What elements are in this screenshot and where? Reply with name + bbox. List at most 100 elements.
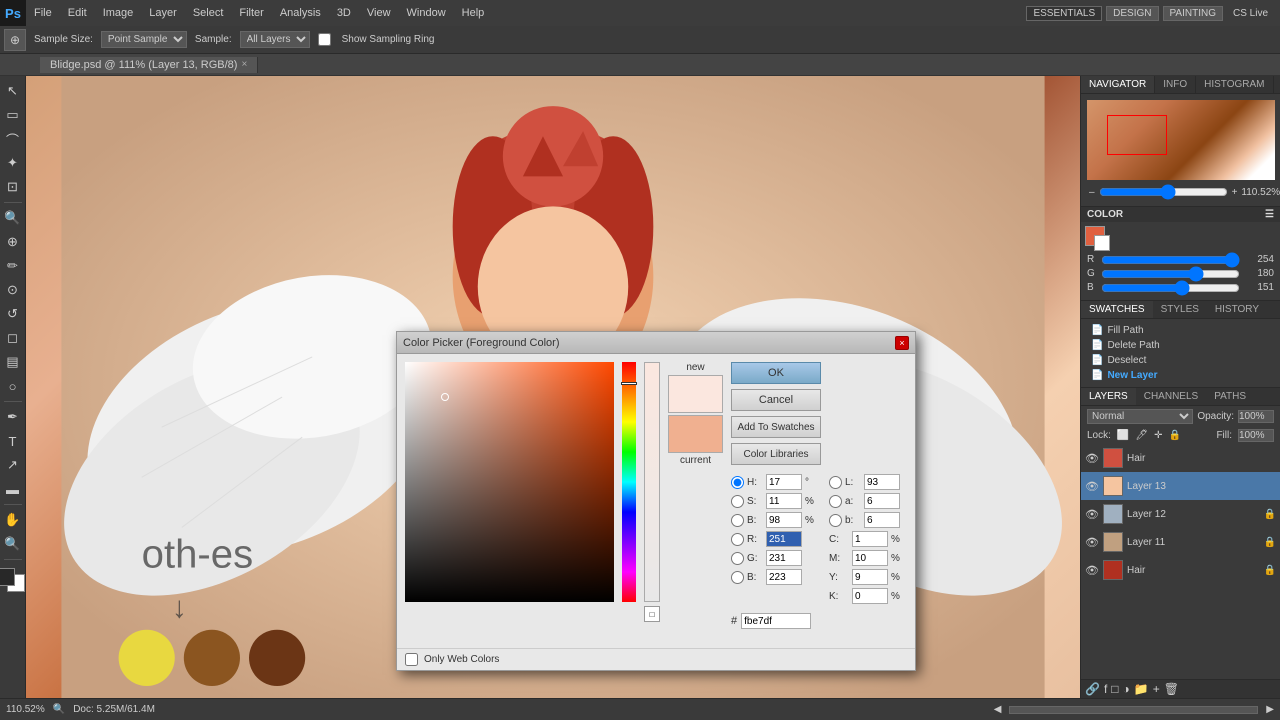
input-B[interactable] xyxy=(766,512,802,528)
menu-view[interactable]: View xyxy=(359,0,399,26)
lock-transparent-icon[interactable]: ⬜ xyxy=(1117,430,1129,441)
gradient-tool[interactable]: ▤ xyxy=(2,351,24,373)
layers-link-icon[interactable]: 🔗 xyxy=(1085,682,1100,696)
text-tool[interactable]: T xyxy=(2,430,24,452)
color-picker-cancel-button[interactable]: Cancel xyxy=(731,389,821,411)
radio-a[interactable] xyxy=(829,495,842,508)
tab-history[interactable]: HISTORY xyxy=(1207,301,1267,318)
show-sampling-ring-checkbox[interactable] xyxy=(318,33,331,46)
history-item-0[interactable]: 📄 Fill Path xyxy=(1085,323,1276,338)
quick-select-tool[interactable]: ✦ xyxy=(2,152,24,174)
radio-R[interactable] xyxy=(731,533,744,546)
menu-edit[interactable]: Edit xyxy=(60,0,95,26)
menu-select[interactable]: Select xyxy=(185,0,232,26)
layer-vis-hair-2[interactable]: 👁 xyxy=(1085,563,1099,577)
opacity-input[interactable] xyxy=(1238,410,1274,423)
spot-heal-tool[interactable]: ⊕ xyxy=(2,231,24,253)
layers-new-icon[interactable]: + xyxy=(1153,682,1160,696)
hex-input[interactable] xyxy=(741,613,811,629)
bg-color-box[interactable] xyxy=(1094,235,1110,251)
input-G[interactable] xyxy=(766,550,802,566)
layers-group-icon[interactable]: 📁 xyxy=(1134,682,1149,696)
zoom-in-icon[interactable]: + xyxy=(1232,187,1238,198)
radio-H[interactable] xyxy=(731,476,744,489)
design-button[interactable]: DESIGN xyxy=(1106,6,1158,21)
color-spectrum[interactable] xyxy=(405,362,614,602)
input-B2[interactable] xyxy=(766,569,802,585)
menu-file[interactable]: File xyxy=(26,0,60,26)
color-picker-titlebar[interactable]: Color Picker (Foreground Color) × xyxy=(397,332,915,354)
color-g-slider[interactable] xyxy=(1101,270,1240,278)
tab-styles[interactable]: STYLES xyxy=(1153,301,1207,318)
tab-layers[interactable]: LAYERS xyxy=(1081,388,1136,405)
essentials-button[interactable]: ESSENTIALS xyxy=(1026,6,1102,21)
layer-11[interactable]: 👁 Layer 11 🔒 xyxy=(1081,528,1280,556)
clone-tool[interactable]: ⊙ xyxy=(2,279,24,301)
fg-color-box[interactable] xyxy=(1085,226,1105,246)
path-select-tool[interactable]: ↗ xyxy=(2,454,24,476)
lock-image-icon[interactable]: 🖊 xyxy=(1135,430,1148,441)
lasso-tool[interactable]: ⌒ xyxy=(2,128,24,150)
history-item-1[interactable]: 📄 Delete Path xyxy=(1085,338,1276,353)
color-libraries-button[interactable]: Color Libraries xyxy=(731,443,821,465)
color-picker-ok-button[interactable]: OK xyxy=(731,362,821,384)
input-Y[interactable] xyxy=(852,569,888,585)
painting-button[interactable]: PAINTING xyxy=(1163,6,1223,21)
color-picker-close-button[interactable]: × xyxy=(895,336,909,350)
hue-slider[interactable] xyxy=(622,362,637,602)
document-tab[interactable]: Blidge.psd @ 111% (Layer 13, RGB/8) × xyxy=(40,57,258,73)
tab-histogram[interactable]: HISTOGRAM xyxy=(1196,76,1273,93)
tab-info[interactable]: INFO xyxy=(1155,76,1196,93)
move-tool[interactable]: ↖ xyxy=(2,80,24,102)
add-to-swatches-button[interactable]: Add To Swatches xyxy=(731,416,821,438)
brush-tool[interactable]: ✏ xyxy=(2,255,24,277)
status-scroll-left[interactable]: ◀ xyxy=(994,704,1002,715)
sample-size-select[interactable]: Point Sample xyxy=(101,31,187,48)
tab-navigator[interactable]: NAVIGATOR xyxy=(1081,76,1155,93)
status-scroll-right[interactable]: ▶ xyxy=(1266,704,1274,715)
layer-hair-group[interactable]: 👁 Hair xyxy=(1081,444,1280,472)
radio-B2[interactable] xyxy=(731,571,744,584)
history-brush-tool[interactable]: ↺ xyxy=(2,303,24,325)
input-L[interactable] xyxy=(864,474,900,490)
pen-tool[interactable]: ✒ xyxy=(2,406,24,428)
fill-input[interactable] xyxy=(1238,429,1274,442)
menu-window[interactable]: Window xyxy=(399,0,454,26)
radio-b[interactable] xyxy=(829,514,842,527)
tab-paths[interactable]: PATHS xyxy=(1206,388,1254,405)
hand-tool[interactable]: ✋ xyxy=(2,509,24,531)
layer-vis-13[interactable]: 👁 xyxy=(1085,479,1099,493)
layers-fx-icon[interactable]: f xyxy=(1104,682,1107,696)
eraser-tool[interactable]: ◻ xyxy=(2,327,24,349)
layer-vis-hair[interactable]: 👁 xyxy=(1085,451,1099,465)
color-b-slider[interactable] xyxy=(1101,284,1240,292)
color-panel-menu-icon[interactable]: ☰ xyxy=(1265,209,1274,220)
layers-mask-icon[interactable]: □ xyxy=(1111,682,1118,696)
status-scroll-bar[interactable] xyxy=(1009,706,1258,714)
layers-adjustment-icon[interactable]: ◑ xyxy=(1123,682,1130,696)
menu-3d[interactable]: 3D xyxy=(329,0,359,26)
foreground-color-swatch[interactable] xyxy=(0,568,15,586)
shape-tool[interactable]: ▬ xyxy=(2,478,24,500)
tab-swatches[interactable]: SWATCHES xyxy=(1081,301,1153,318)
lock-all-icon[interactable]: 🔒 xyxy=(1168,430,1180,441)
marquee-tool[interactable]: ▭ xyxy=(2,104,24,126)
menu-layer[interactable]: Layer xyxy=(141,0,185,26)
history-item-3[interactable]: 📄 New Layer xyxy=(1085,368,1276,383)
layer-hair-2[interactable]: 👁 Hair 🔒 xyxy=(1081,556,1280,584)
radio-S[interactable] xyxy=(731,495,744,508)
radio-L[interactable] xyxy=(829,476,842,489)
canvas-area[interactable]: oth-es ↓ Color Picker (Foreground Color)… xyxy=(26,76,1080,698)
layer-vis-11[interactable]: 👁 xyxy=(1085,535,1099,549)
zoom-tool[interactable]: 🔍 xyxy=(2,533,24,555)
tab-channels[interactable]: CHANNELS xyxy=(1136,388,1206,405)
zoom-slider[interactable] xyxy=(1099,184,1228,200)
tab-close-button[interactable]: × xyxy=(241,59,247,70)
input-C[interactable] xyxy=(852,531,888,547)
input-K[interactable] xyxy=(852,588,888,604)
alpha-slider[interactable] xyxy=(644,362,660,602)
blend-mode-select[interactable]: Normal xyxy=(1087,409,1193,424)
menu-image[interactable]: Image xyxy=(95,0,142,26)
radio-B[interactable] xyxy=(731,514,744,527)
menu-filter[interactable]: Filter xyxy=(231,0,271,26)
